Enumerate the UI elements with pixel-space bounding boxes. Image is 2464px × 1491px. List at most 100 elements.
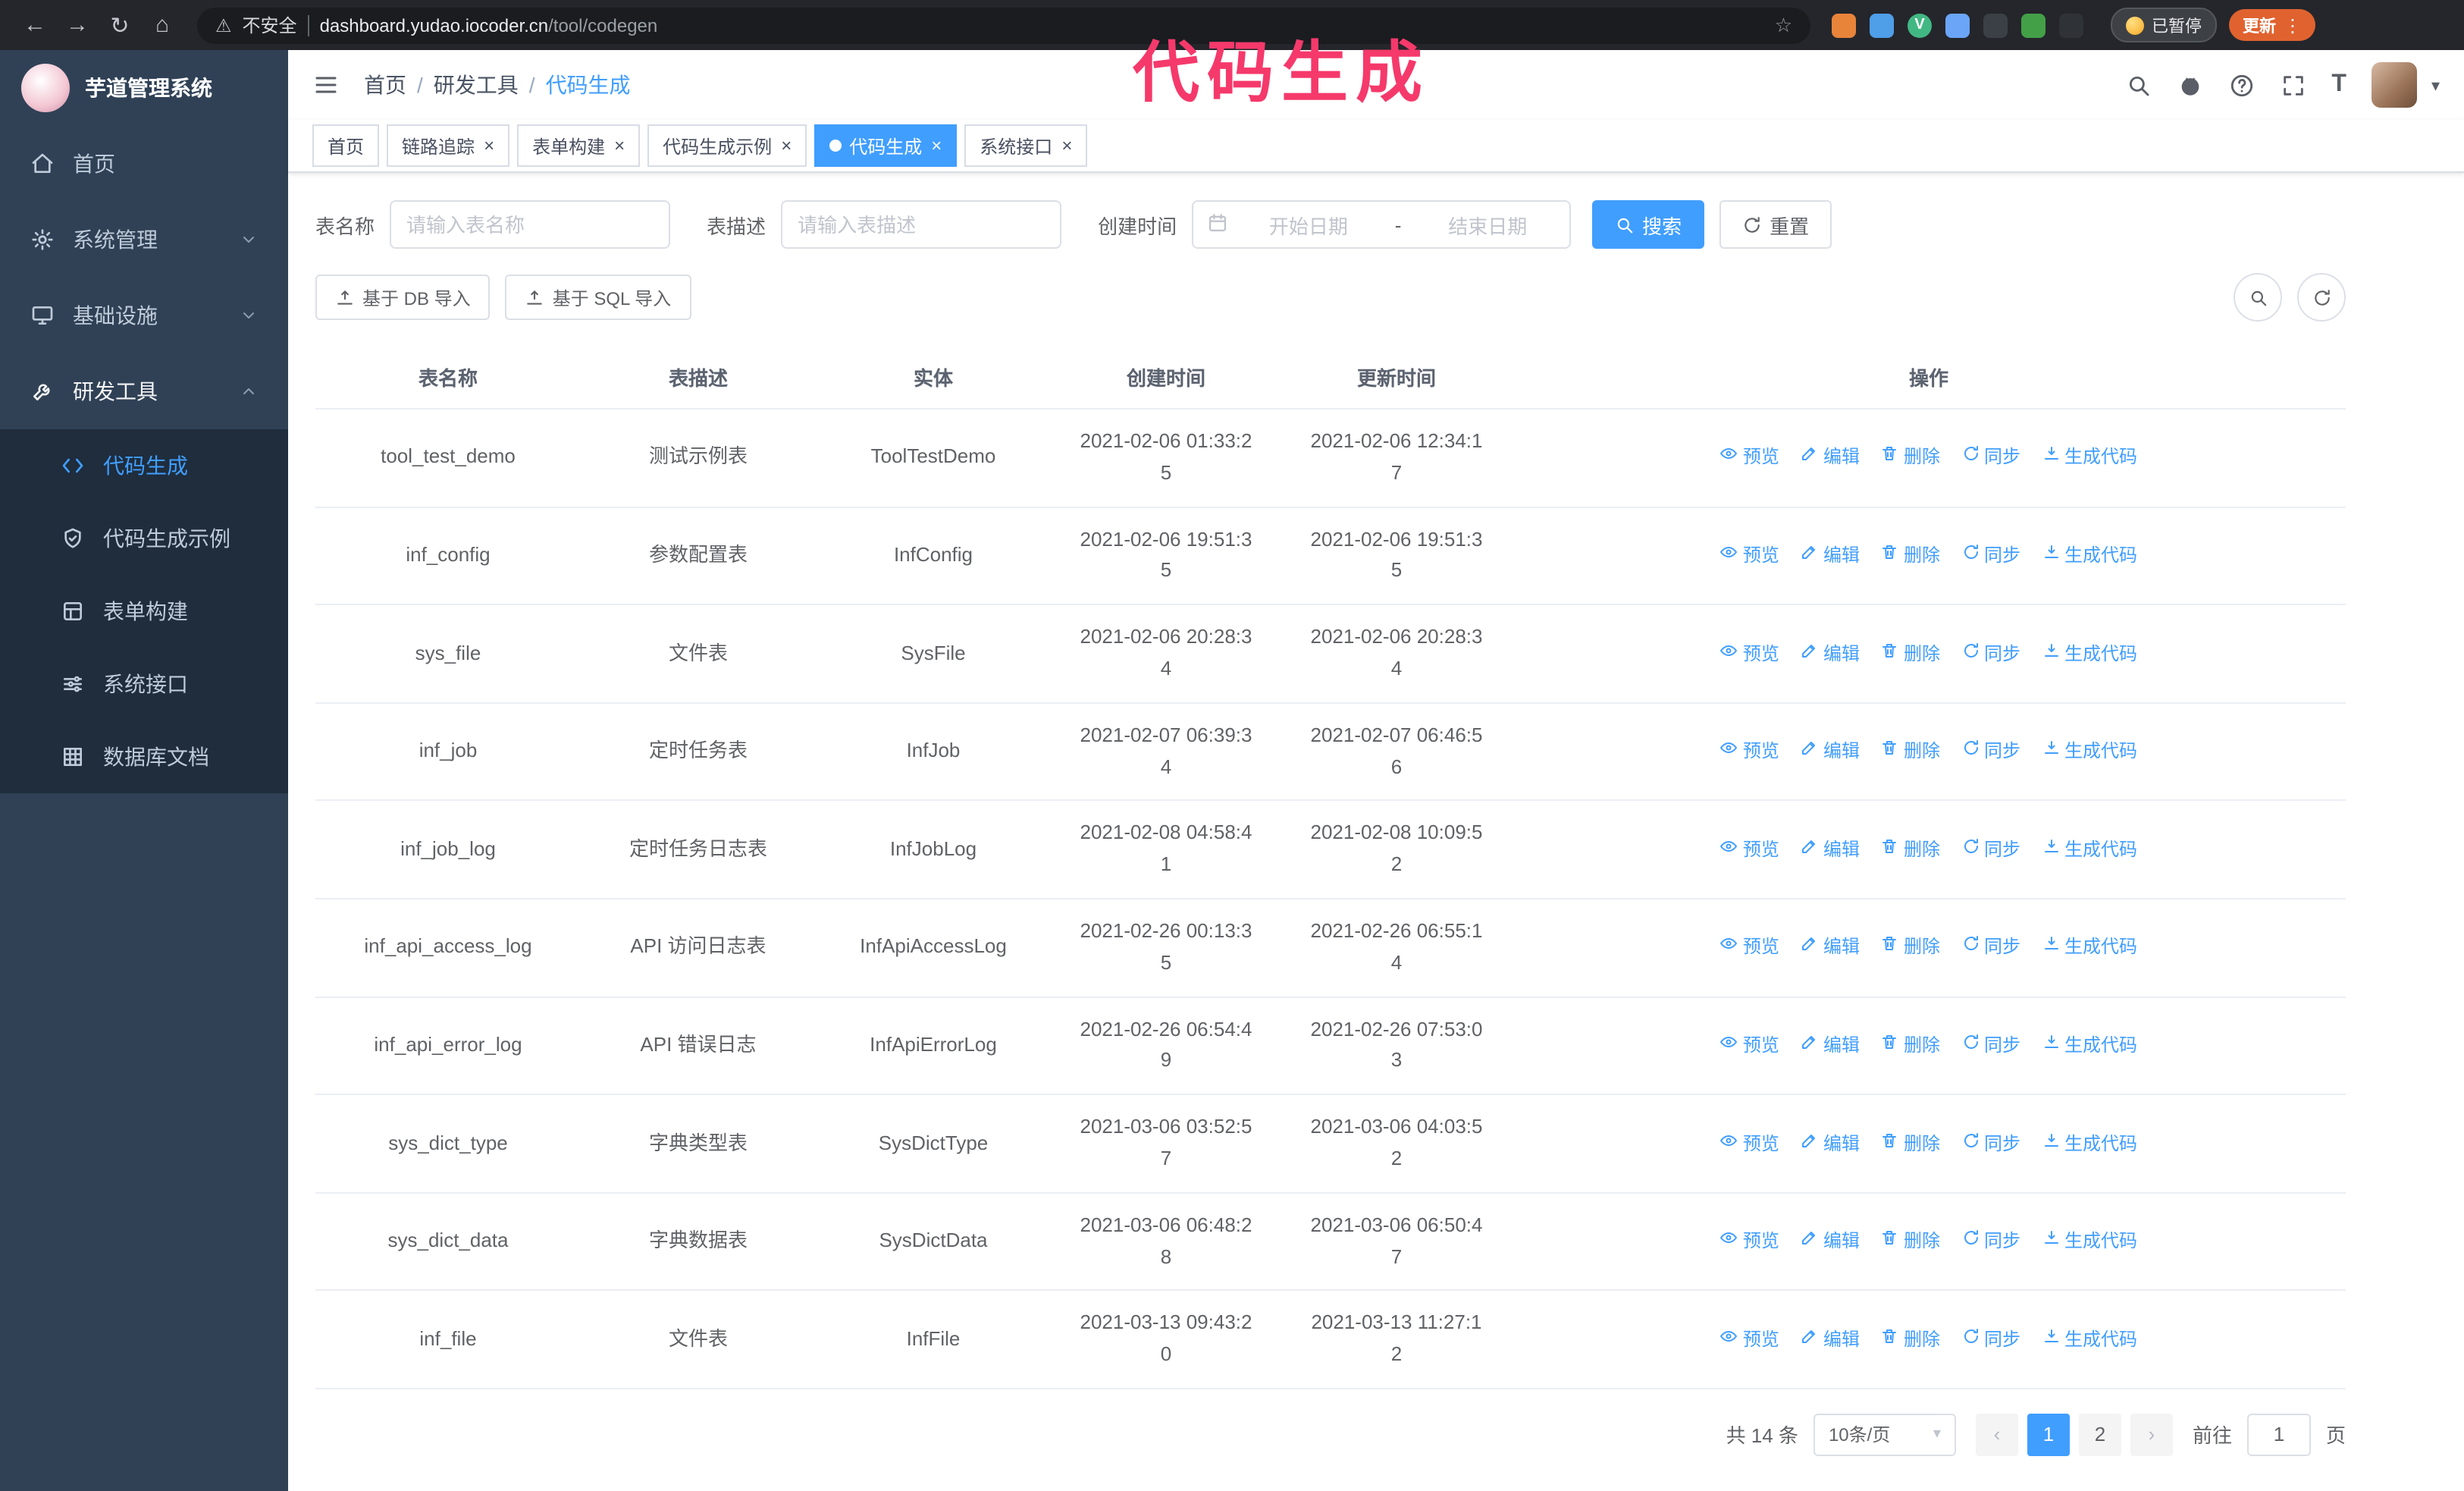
preview-link[interactable]: 预览	[1720, 1031, 1779, 1060]
preview-link[interactable]: 预览	[1720, 1325, 1779, 1354]
table-name-input[interactable]	[390, 200, 671, 249]
github-icon[interactable]	[2177, 72, 2202, 98]
preview-link[interactable]: 预览	[1720, 1129, 1779, 1158]
toggle-search-icon[interactable]	[2234, 273, 2282, 322]
address-bar[interactable]: ⚠ 不安全 dashboard.yudao.iocoder.cn/tool/co…	[197, 7, 1810, 43]
edit-link[interactable]: 编辑	[1801, 934, 1860, 962]
generate-code-link[interactable]: 生成代码	[2042, 1325, 2137, 1354]
sidebar-subitem-4[interactable]: 数据库文档	[0, 720, 288, 793]
breadcrumb-item-0[interactable]: 首页	[364, 70, 406, 100]
prev-page-button[interactable]: ‹	[1975, 1413, 2018, 1456]
sync-link[interactable]: 同步	[1961, 1325, 2020, 1354]
sync-link[interactable]: 同步	[1961, 541, 2020, 570]
delete-link[interactable]: 删除	[1881, 737, 1940, 766]
sync-link[interactable]: 同步	[1961, 444, 2020, 472]
sidebar-subitem-0[interactable]: 代码生成	[0, 429, 288, 502]
edit-link[interactable]: 编辑	[1801, 639, 1860, 668]
delete-link[interactable]: 删除	[1881, 639, 1940, 668]
generate-code-link[interactable]: 生成代码	[2042, 737, 2137, 766]
preview-link[interactable]: 预览	[1720, 444, 1779, 472]
tab-5[interactable]: 系统接口 ×	[964, 124, 1088, 167]
extension-icon-extension-blue[interactable]	[1870, 13, 1894, 37]
close-icon[interactable]: ×	[614, 135, 625, 156]
tab-2[interactable]: 表单构建 ×	[517, 124, 641, 167]
date-range-picker[interactable]: 开始日期 - 结束日期	[1192, 200, 1572, 249]
generate-code-link[interactable]: 生成代码	[2042, 541, 2137, 570]
generate-code-link[interactable]: 生成代码	[2042, 444, 2137, 472]
font-size-icon[interactable]: T	[2331, 71, 2346, 99]
back-icon[interactable]: ←	[15, 5, 55, 45]
sync-link[interactable]: 同步	[1961, 1129, 2020, 1158]
edit-link[interactable]: 编辑	[1801, 444, 1860, 472]
edit-link[interactable]: 编辑	[1801, 737, 1860, 766]
sync-link[interactable]: 同步	[1961, 1227, 2020, 1256]
next-page-button[interactable]: ›	[2130, 1413, 2173, 1456]
generate-code-link[interactable]: 生成代码	[2042, 1227, 2137, 1256]
delete-link[interactable]: 删除	[1881, 934, 1940, 962]
extension-icon-extension-vue-devtools[interactable]: V	[1908, 13, 1932, 37]
sidebar-item-0[interactable]: 首页	[0, 126, 288, 202]
page-size-select[interactable]: 10条/页 ▾	[1813, 1413, 1956, 1456]
generate-code-link[interactable]: 生成代码	[2042, 639, 2137, 668]
extension-icon-extension-people[interactable]	[1945, 13, 1970, 37]
sync-link[interactable]: 同步	[1961, 639, 2020, 668]
delete-link[interactable]: 删除	[1881, 1227, 1940, 1256]
import-sql-button[interactable]: 基于 SQL 导入	[505, 275, 691, 320]
forward-icon[interactable]: →	[58, 5, 97, 45]
tab-1[interactable]: 链路追踪 ×	[387, 124, 510, 167]
close-icon[interactable]: ×	[931, 135, 942, 156]
help-icon[interactable]	[2228, 72, 2254, 98]
sync-link[interactable]: 同步	[1961, 737, 2020, 766]
sidebar-subitem-2[interactable]: 表单构建	[0, 575, 288, 648]
edit-link[interactable]: 编辑	[1801, 1227, 1860, 1256]
fullscreen-icon[interactable]	[2280, 72, 2306, 98]
user-avatar[interactable]	[2372, 62, 2418, 108]
delete-link[interactable]: 删除	[1881, 1129, 1940, 1158]
preview-link[interactable]: 预览	[1720, 737, 1779, 766]
extension-icon-extension-dark[interactable]	[1983, 13, 2008, 37]
page-button-2[interactable]: 2	[2078, 1413, 2121, 1456]
generate-code-link[interactable]: 生成代码	[2042, 836, 2137, 865]
sidebar-subitem-1[interactable]: 代码生成示例	[0, 502, 288, 575]
update-button[interactable]: 更新 ⋮	[2229, 9, 2315, 41]
tab-4[interactable]: 代码生成 ×	[814, 124, 958, 167]
tab-0[interactable]: 首页	[312, 124, 380, 167]
edit-link[interactable]: 编辑	[1801, 541, 1860, 570]
delete-link[interactable]: 删除	[1881, 1325, 1940, 1354]
sidebar-item-1[interactable]: 系统管理	[0, 202, 288, 278]
generate-code-link[interactable]: 生成代码	[2042, 934, 2137, 962]
reload-icon[interactable]: ↻	[100, 5, 140, 45]
refresh-icon[interactable]	[2297, 273, 2346, 322]
preview-link[interactable]: 预览	[1720, 934, 1779, 962]
page-button-1[interactable]: 1	[2027, 1413, 2070, 1456]
preview-link[interactable]: 预览	[1720, 639, 1779, 668]
extension-icon-extension-puzzle[interactable]	[2059, 13, 2083, 37]
edit-link[interactable]: 编辑	[1801, 1129, 1860, 1158]
generate-code-link[interactable]: 生成代码	[2042, 1129, 2137, 1158]
preview-link[interactable]: 预览	[1720, 1227, 1779, 1256]
table-desc-input[interactable]	[781, 200, 1062, 249]
home-icon[interactable]: ⌂	[143, 5, 182, 45]
hamburger-icon[interactable]	[312, 71, 340, 99]
menu-kebab-icon[interactable]: ⋮	[2284, 14, 2302, 36]
sync-link[interactable]: 同步	[1961, 934, 2020, 962]
edit-link[interactable]: 编辑	[1801, 1325, 1860, 1354]
extension-icon-extension-green[interactable]	[2021, 13, 2045, 37]
breadcrumb-item-1[interactable]: 研发工具	[434, 70, 519, 100]
sync-link[interactable]: 同步	[1961, 836, 2020, 865]
search-button[interactable]: 搜索	[1592, 200, 1705, 249]
delete-link[interactable]: 删除	[1881, 1031, 1940, 1060]
delete-link[interactable]: 删除	[1881, 444, 1940, 472]
edit-link[interactable]: 编辑	[1801, 836, 1860, 865]
close-icon[interactable]: ×	[484, 135, 494, 156]
close-icon[interactable]: ×	[1061, 135, 1072, 156]
extension-icon-extension-orange[interactable]	[1832, 13, 1856, 37]
user-caret-icon[interactable]: ▾	[2431, 75, 2440, 95]
logo[interactable]: 芋道管理系统	[0, 50, 288, 126]
bookmark-star-icon[interactable]: ☆	[1775, 13, 1792, 37]
sidebar-item-2[interactable]: 基础设施	[0, 278, 288, 353]
profile-paused-badge[interactable]: 已暂停	[2111, 8, 2217, 42]
preview-link[interactable]: 预览	[1720, 836, 1779, 865]
sidebar-item-3[interactable]: 研发工具	[0, 353, 288, 429]
reset-button[interactable]: 重置	[1719, 200, 1832, 249]
